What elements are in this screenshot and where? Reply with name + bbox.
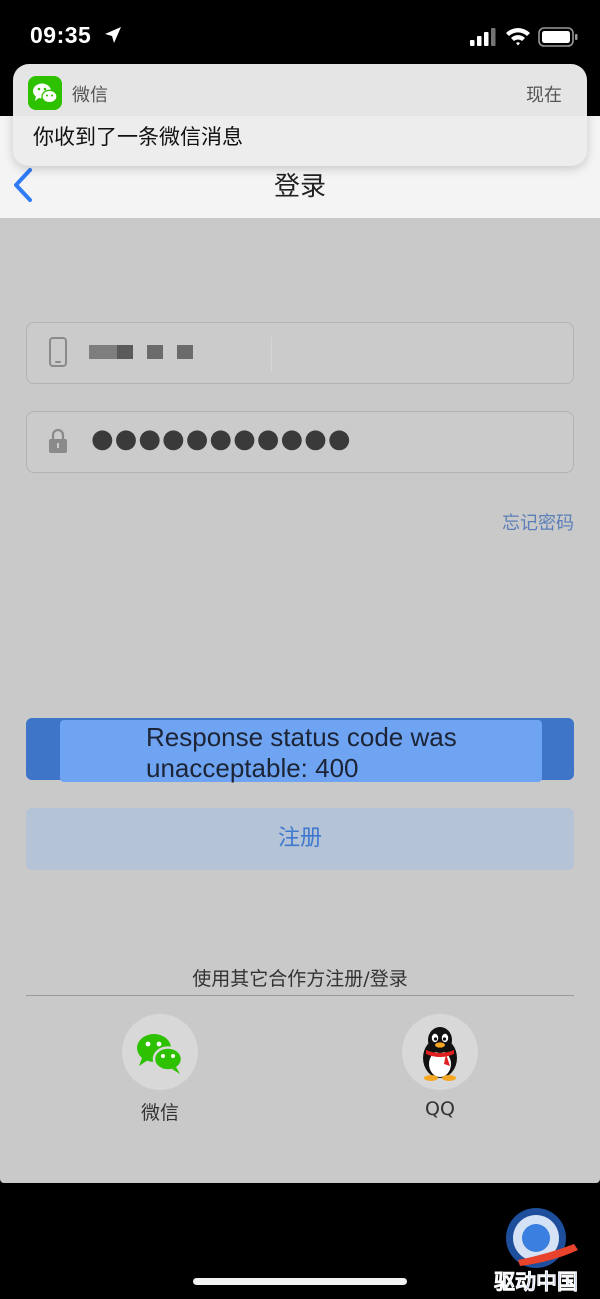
qq-label: QQ <box>425 1098 455 1120</box>
forgot-password-link[interactable]: 忘记密码 <box>502 509 574 535</box>
watermark-text: 驱动中国 <box>494 1270 578 1294</box>
wifi-icon <box>506 28 530 46</box>
password-field[interactable]: ●●●●●●●●●●● <box>26 411 574 473</box>
notification-time: 现在 <box>526 85 562 106</box>
notification-banner[interactable]: 微信 现在 你收到了一条微信消息 <box>13 64 587 166</box>
wechat-icon <box>28 76 62 110</box>
toast-line-1: Response status code was <box>146 722 457 752</box>
qq-login-button[interactable]: QQ <box>400 1014 480 1120</box>
status-bar: 09:35 <box>0 0 600 70</box>
notification-message: 你收到了一条微信消息 <box>33 125 243 149</box>
cellular-signal-icon <box>470 28 496 46</box>
other-login-label: 使用其它合作方注册/登录 <box>192 968 408 990</box>
battery-icon <box>538 27 578 47</box>
qq-penguin-icon <box>402 1014 478 1090</box>
status-time: 09:35 <box>30 22 92 48</box>
error-toast: Response status code was unacceptable: 4… <box>60 720 542 783</box>
lock-icon <box>49 428 67 453</box>
phone-icon <box>49 337 67 367</box>
register-button[interactable]: 注册 <box>26 808 574 870</box>
wechat-login-button[interactable]: 微信 <box>120 1014 200 1125</box>
page-title: 登录 <box>273 172 326 202</box>
input-divider <box>271 337 272 371</box>
login-screen: 登录 ●●●●●●●●●●● 忘记密码 Response status code… <box>0 116 600 1183</box>
toast-line-2: unacceptable: 400 <box>146 753 359 783</box>
phone-field[interactable] <box>26 322 574 384</box>
home-indicator[interactable] <box>193 1278 407 1285</box>
location-arrow-icon <box>105 27 121 43</box>
wechat-label: 微信 <box>140 1102 179 1124</box>
phone-number-masked <box>89 345 249 361</box>
password-value: ●●●●●●●●●●● <box>91 424 352 454</box>
divider <box>26 995 574 996</box>
wechat-icon <box>122 1014 198 1090</box>
notification-app-name: 微信 <box>72 85 108 106</box>
q-logo-icon: 驱动中国 <box>494 1208 578 1294</box>
